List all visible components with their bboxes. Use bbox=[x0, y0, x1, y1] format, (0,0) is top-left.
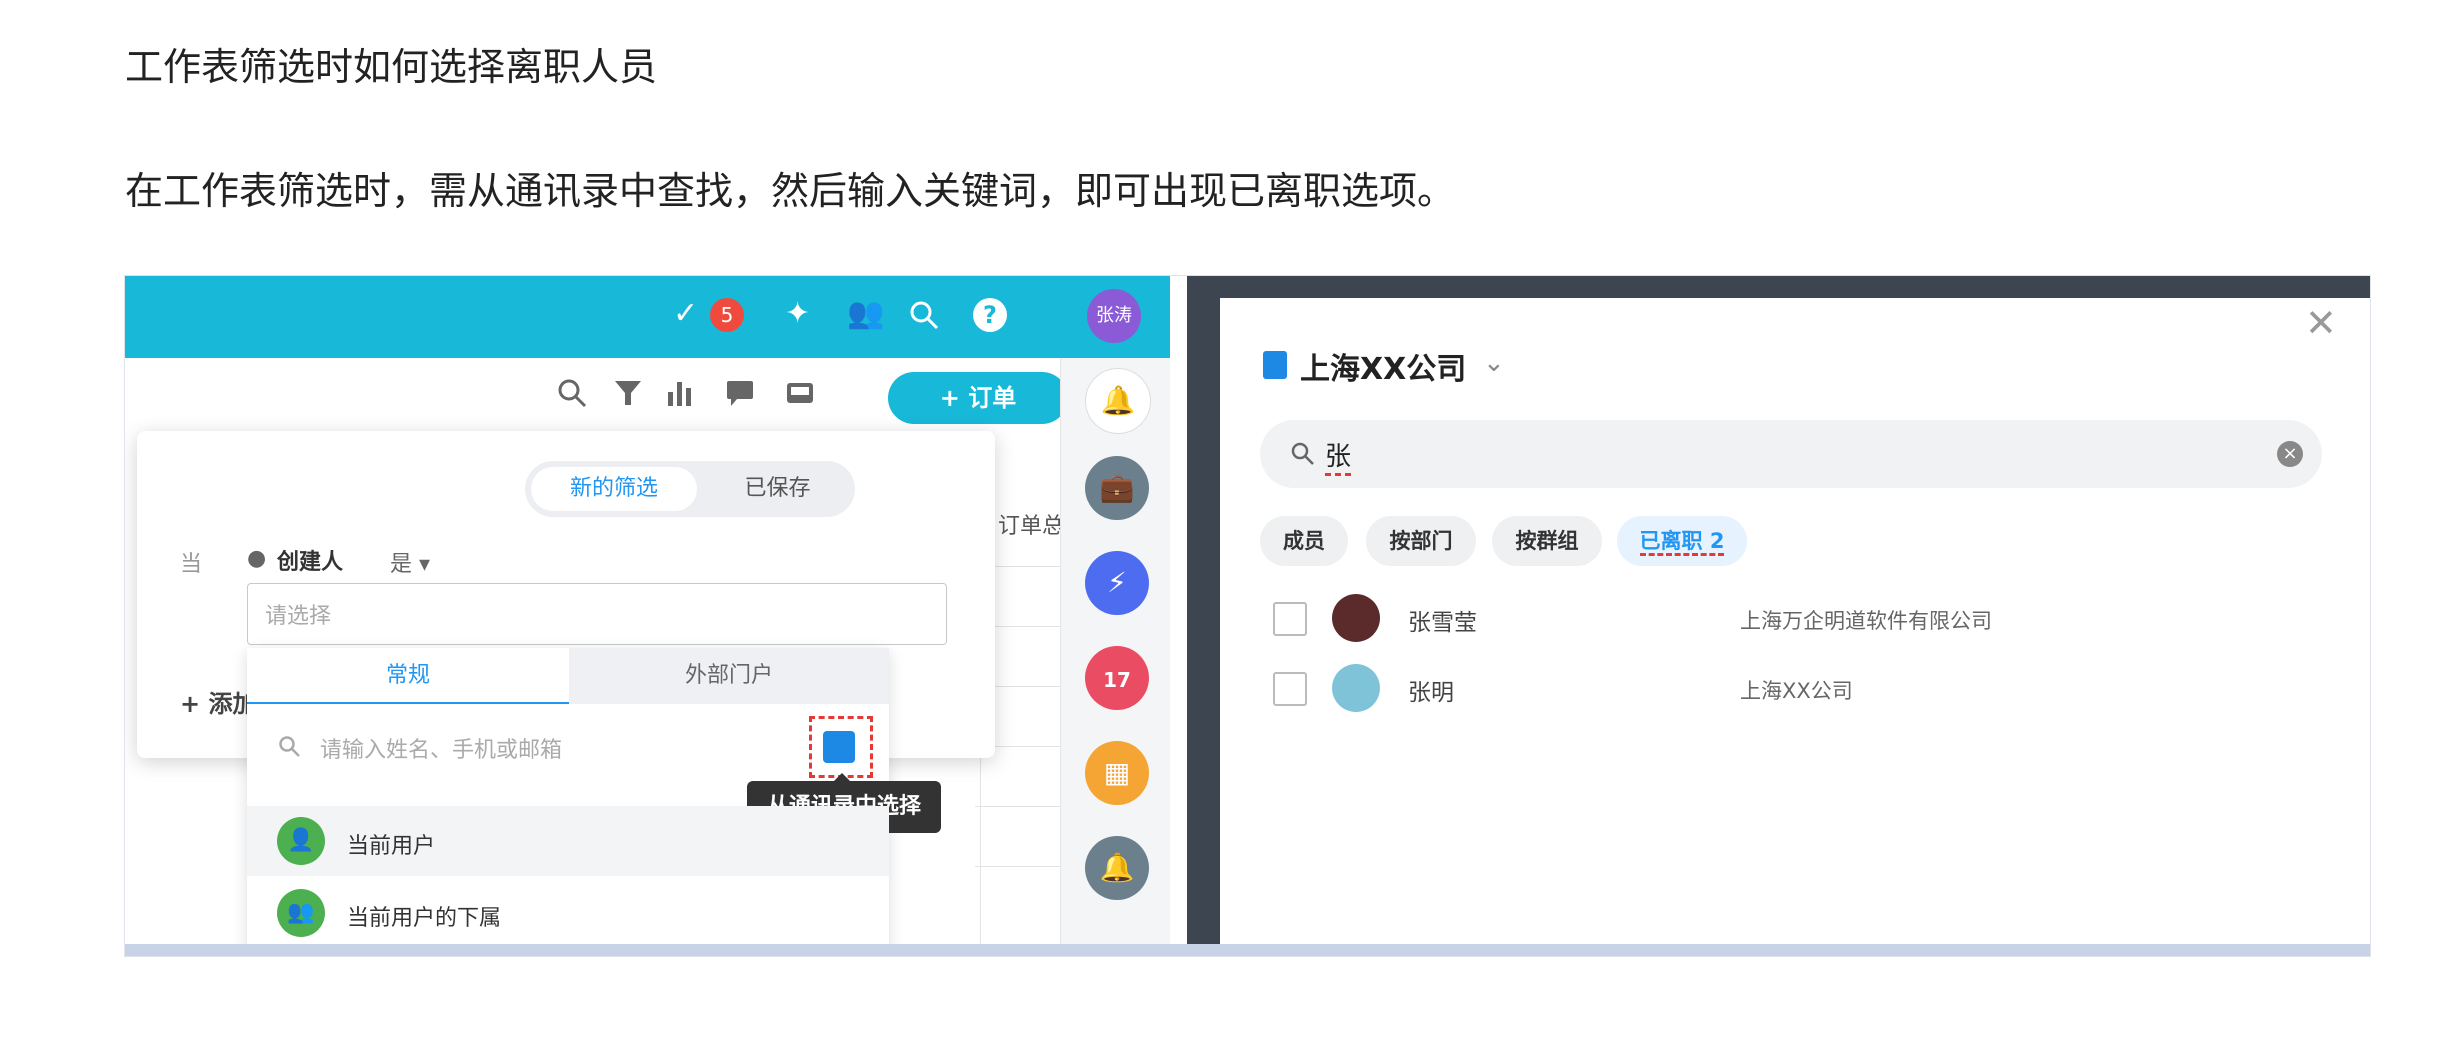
notification-icon[interactable]: 🔔 bbox=[1085, 836, 1149, 900]
condition-when-label: 当 bbox=[180, 552, 203, 577]
search-value[interactable]: 张 bbox=[1325, 436, 1352, 476]
search-icon[interactable] bbox=[907, 298, 941, 332]
inbox-icon[interactable] bbox=[785, 378, 815, 408]
tab-regular[interactable]: 常规 bbox=[247, 648, 569, 704]
chip-members[interactable]: 成员 bbox=[1260, 516, 1348, 566]
option-current-user[interactable] bbox=[247, 806, 889, 876]
app-topbar bbox=[125, 276, 1170, 358]
user-circle-icon: ● bbox=[247, 546, 267, 571]
user-icon: 👤 bbox=[277, 817, 325, 865]
add-order-button[interactable]: + 订单 bbox=[888, 372, 1068, 424]
bolt-icon[interactable]: ⚡ bbox=[1085, 551, 1149, 615]
notification-badge[interactable]: 5 bbox=[710, 298, 744, 332]
chart-icon[interactable] bbox=[665, 378, 695, 408]
chevron-down-icon[interactable]: ⌄ bbox=[1483, 348, 1505, 378]
screenshot-figure: ✓ 5 ✦ 👥 ? 张涛 + 订单 订单总 🔔 💼 ⚡ 17 ▦ 🔔 新的筛选 … bbox=[124, 275, 2371, 957]
avatar bbox=[1332, 594, 1380, 642]
option-subordinates[interactable] bbox=[247, 876, 889, 946]
result-name: 张雪莹 bbox=[1408, 610, 1477, 636]
tab-external-portal[interactable]: 外部门户 bbox=[569, 648, 889, 704]
calendar-icon[interactable]: 17 bbox=[1085, 646, 1149, 710]
company-name[interactable]: 上海XX公司 bbox=[1300, 344, 1466, 388]
toolbar-search-icon[interactable] bbox=[555, 376, 589, 410]
column-header: 订单总 bbox=[998, 514, 1065, 539]
option-label: 当前用户 bbox=[347, 834, 436, 859]
contacts-search[interactable] bbox=[1260, 420, 2322, 488]
condition-operator[interactable]: 是 ▾ bbox=[390, 546, 430, 578]
company-icon bbox=[1263, 351, 1287, 379]
avatar[interactable]: 张涛 bbox=[1087, 289, 1141, 343]
address-book-icon[interactable] bbox=[823, 731, 855, 763]
chip-resigned[interactable]: 已离职 2 bbox=[1617, 516, 1747, 566]
magic-icon[interactable]: ✦ bbox=[785, 296, 810, 331]
people-icon[interactable]: 👥 bbox=[847, 296, 884, 331]
condition-field[interactable]: 创建人 bbox=[277, 544, 343, 576]
doc-title: 工作表筛选时如何选择离职人员 bbox=[125, 45, 658, 89]
chip-resigned-label: 已离职 2 bbox=[1639, 529, 1725, 556]
filter-icon[interactable] bbox=[613, 378, 643, 408]
bell-icon[interactable]: 🔔 bbox=[1085, 368, 1151, 434]
worksheet-app: ✓ 5 ✦ 👥 ? 张涛 + 订单 订单总 🔔 💼 ⚡ 17 ▦ 🔔 新的筛选 … bbox=[125, 276, 1170, 956]
help-icon[interactable]: ? bbox=[973, 298, 1007, 332]
value-select-placeholder: 请选择 bbox=[265, 604, 332, 629]
value-select[interactable] bbox=[247, 583, 947, 645]
grid-icon[interactable]: ▦ bbox=[1085, 741, 1149, 805]
picker-search-icon bbox=[279, 736, 300, 757]
row-checkbox[interactable] bbox=[1273, 672, 1307, 706]
option-label: 当前用户的下属 bbox=[347, 906, 502, 931]
row-checkbox[interactable] bbox=[1273, 602, 1307, 636]
briefcase-icon[interactable]: 💼 bbox=[1085, 456, 1149, 520]
chip-by-department[interactable]: 按部门 bbox=[1366, 516, 1476, 566]
grid-row-line bbox=[975, 866, 1060, 867]
doc-paragraph: 在工作表筛选时，需从通讯录中查找，然后输入关键词，即可出现已离职选项。 bbox=[125, 169, 1456, 213]
comment-icon[interactable] bbox=[725, 378, 755, 408]
calendar-day: 17 bbox=[1103, 668, 1131, 692]
check-circle-icon[interactable]: ✓ bbox=[673, 296, 698, 331]
avatar bbox=[1332, 664, 1380, 712]
picker-search-input[interactable]: 请输入姓名、手机或邮箱 bbox=[320, 732, 562, 764]
chip-by-group[interactable]: 按群组 bbox=[1492, 516, 1602, 566]
clear-icon[interactable]: × bbox=[2277, 441, 2303, 467]
add-condition-button[interactable]: + 添加 bbox=[180, 684, 256, 719]
people-icon: 👥 bbox=[277, 889, 325, 937]
result-org: 上海万企明道软件有限公司 bbox=[1740, 609, 1992, 633]
grid-row-line bbox=[975, 806, 1060, 807]
bottom-strip bbox=[125, 944, 2370, 956]
result-name: 张明 bbox=[1408, 680, 1454, 706]
tab-new-filter[interactable]: 新的筛选 bbox=[531, 467, 697, 511]
close-icon[interactable]: ✕ bbox=[2305, 301, 2337, 345]
tab-saved-filter[interactable]: 已保存 bbox=[705, 467, 850, 511]
result-org: 上海XX公司 bbox=[1740, 679, 1853, 703]
search-icon bbox=[1291, 442, 1314, 465]
